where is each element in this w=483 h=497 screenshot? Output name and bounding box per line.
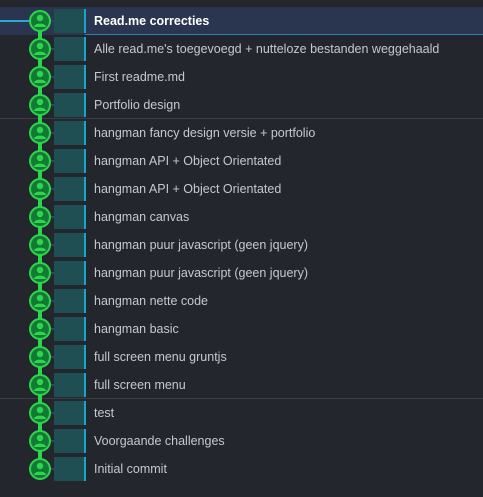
branch-swatch: [42, 177, 84, 201]
commit-message: hangman puur javascript (geen jquery): [94, 238, 309, 252]
user-avatar-icon[interactable]: [29, 346, 51, 368]
commit-message: hangman puur javascript (geen jquery): [94, 266, 309, 280]
commit-row[interactable]: test: [0, 399, 483, 427]
commit-message: Read.me correcties: [94, 14, 210, 28]
row-marker: [84, 457, 86, 481]
branch-swatch: [42, 205, 84, 229]
user-avatar-icon[interactable]: [29, 122, 51, 144]
row-marker: [84, 149, 86, 173]
branch-swatch: [42, 65, 84, 89]
commit-row[interactable]: hangman fancy design versie + portfolio: [0, 119, 483, 147]
commit-row[interactable]: hangman API + Object Orientated: [0, 175, 483, 203]
commit-message: hangman basic: [94, 322, 179, 336]
user-avatar-icon[interactable]: [29, 374, 51, 396]
commit-message: hangman API + Object Orientated: [94, 182, 282, 196]
commit-message: Portfolio design: [94, 98, 181, 112]
commit-message: test: [94, 406, 115, 420]
commit-message: hangman fancy design versie + portfolio: [94, 126, 316, 140]
row-marker: [84, 121, 86, 145]
commit-row[interactable]: Alle read.me's toegevoegd + nutteloze be…: [0, 35, 483, 63]
branch-swatch: [42, 121, 84, 145]
branch-swatch: [42, 289, 84, 313]
branch-swatch: [42, 261, 84, 285]
row-marker: [84, 317, 86, 341]
user-avatar-icon[interactable]: [29, 150, 51, 172]
user-avatar-icon[interactable]: [29, 206, 51, 228]
row-marker: [84, 289, 86, 313]
commit-row[interactable]: Portfolio design: [0, 91, 483, 119]
row-marker: [84, 9, 86, 33]
commit-message: Initial commit: [94, 462, 167, 476]
row-marker: [84, 401, 86, 425]
commit-row[interactable]: Read.me correcties: [0, 7, 483, 35]
row-marker: [84, 177, 86, 201]
commit-row[interactable]: hangman puur javascript (geen jquery): [0, 259, 483, 287]
commit-row[interactable]: First readme.md: [0, 63, 483, 91]
commit-row[interactable]: Voorgaande challenges: [0, 427, 483, 455]
user-avatar-icon[interactable]: [29, 402, 51, 424]
branch-swatch: [42, 317, 84, 341]
commit-row[interactable]: full screen menu: [0, 371, 483, 399]
row-marker: [84, 205, 86, 229]
user-avatar-icon[interactable]: [29, 262, 51, 284]
user-avatar-icon[interactable]: [29, 66, 51, 88]
branch-swatch: [42, 401, 84, 425]
user-avatar-icon[interactable]: [29, 38, 51, 60]
commit-message: Alle read.me's toegevoegd + nutteloze be…: [94, 42, 440, 56]
branch-swatch: [42, 373, 84, 397]
commit-message: hangman API + Object Orientated: [94, 154, 282, 168]
row-marker: [84, 65, 86, 89]
commit-row[interactable]: Initial commit: [0, 455, 483, 483]
row-marker: [84, 373, 86, 397]
user-avatar-icon[interactable]: [29, 318, 51, 340]
user-avatar-icon[interactable]: [29, 10, 51, 32]
branch-swatch: [42, 457, 84, 481]
commit-message: Voorgaande challenges: [94, 434, 225, 448]
commit-message: full screen menu: [94, 378, 186, 392]
branch-swatch: [42, 93, 84, 117]
row-marker: [84, 233, 86, 257]
row-divider: [0, 118, 483, 119]
branch-swatch: [42, 149, 84, 173]
user-avatar-icon[interactable]: [29, 290, 51, 312]
row-marker: [84, 261, 86, 285]
commit-row[interactable]: hangman puur javascript (geen jquery): [0, 231, 483, 259]
commit-row[interactable]: hangman basic: [0, 315, 483, 343]
commit-row[interactable]: full screen menu gruntjs: [0, 343, 483, 371]
user-avatar-icon[interactable]: [29, 430, 51, 452]
branch-swatch: [42, 37, 84, 61]
branch-swatch: [42, 9, 84, 33]
commit-message: hangman nette code: [94, 294, 208, 308]
branch-swatch: [42, 233, 84, 257]
commit-message: hangman canvas: [94, 210, 190, 224]
branch-connector: [0, 20, 30, 22]
commit-message: full screen menu gruntjs: [94, 350, 227, 364]
branch-swatch: [42, 429, 84, 453]
commit-row[interactable]: hangman API + Object Orientated: [0, 147, 483, 175]
user-avatar-icon[interactable]: [29, 94, 51, 116]
row-divider: [0, 398, 483, 399]
row-marker: [84, 37, 86, 61]
row-marker: [84, 429, 86, 453]
user-avatar-icon[interactable]: [29, 234, 51, 256]
commit-message: First readme.md: [94, 70, 185, 84]
user-avatar-icon[interactable]: [29, 178, 51, 200]
row-marker: [84, 93, 86, 117]
row-marker: [84, 345, 86, 369]
user-avatar-icon[interactable]: [29, 458, 51, 480]
commit-graph-panel: Read.me correcties Alle read.me's toegevo…: [0, 0, 483, 497]
branch-swatch: [42, 345, 84, 369]
commit-row[interactable]: hangman canvas: [0, 203, 483, 231]
commit-row[interactable]: hangman nette code: [0, 287, 483, 315]
